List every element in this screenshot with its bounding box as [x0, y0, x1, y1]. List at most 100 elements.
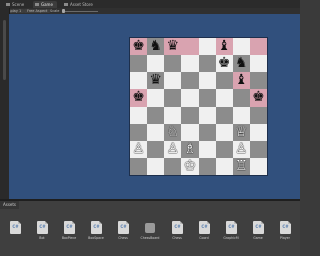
scale-slider-track[interactable] — [62, 11, 98, 12]
white-piece-icon[interactable]: ♔ — [184, 158, 197, 175]
square-h5[interactable]: ♚ — [249, 89, 267, 107]
black-piece-icon[interactable]: ♞ — [235, 55, 248, 72]
square-f3[interactable] — [215, 123, 233, 141]
square-f6[interactable] — [215, 72, 233, 90]
square-b2[interactable] — [147, 140, 165, 158]
asset-item[interactable]: C# Chess — [114, 219, 132, 251]
square-d4[interactable] — [181, 106, 199, 124]
square-h8[interactable] — [249, 38, 267, 56]
left-scrollbar[interactable] — [3, 20, 6, 80]
square-h3[interactable] — [249, 123, 267, 141]
square-g4[interactable] — [232, 106, 250, 124]
square-g1[interactable]: ♖ — [232, 157, 250, 175]
square-h6[interactable] — [249, 72, 267, 90]
square-e2[interactable] — [198, 140, 216, 158]
square-c8[interactable]: ♛ — [164, 38, 182, 56]
square-d8[interactable] — [181, 38, 199, 56]
black-piece-icon[interactable]: ♝ — [218, 38, 231, 55]
white-piece-icon[interactable]: ♘ — [167, 124, 180, 141]
square-e4[interactable] — [198, 106, 216, 124]
asset-item[interactable]: C# — [6, 219, 24, 251]
square-d1[interactable]: ♔ — [181, 157, 199, 175]
square-b5[interactable] — [147, 89, 165, 107]
square-b7[interactable] — [147, 55, 165, 73]
black-piece-icon[interactable]: ♛ — [149, 72, 162, 89]
tab-scene[interactable]: Scene — [4, 1, 28, 8]
square-c3[interactable]: ♘ — [164, 123, 182, 141]
square-h1[interactable] — [249, 157, 267, 175]
tab-game[interactable]: Game — [33, 1, 57, 8]
square-f8[interactable]: ♝ — [215, 38, 233, 56]
white-piece-icon[interactable]: ♙ — [235, 141, 248, 158]
black-piece-icon[interactable]: ♚ — [132, 89, 145, 106]
asset-item[interactable]: C# GraphicM — [222, 219, 240, 251]
square-g3[interactable]: ♕ — [232, 123, 250, 141]
square-c7[interactable] — [164, 55, 182, 73]
square-e5[interactable] — [198, 89, 216, 107]
scale-slider-knob[interactable] — [62, 9, 65, 13]
black-piece-icon[interactable]: ♝ — [235, 72, 248, 89]
square-c2[interactable]: ♙ — [164, 140, 182, 158]
asset-item[interactable]: C# Game — [249, 219, 267, 251]
square-a2[interactable]: ♙ — [130, 140, 148, 158]
square-f4[interactable] — [215, 106, 233, 124]
black-piece-icon[interactable]: ♚ — [132, 38, 145, 55]
tab-asset-store[interactable]: Asset Store — [62, 1, 97, 8]
square-b6[interactable]: ♛ — [147, 72, 165, 90]
square-g8[interactable] — [232, 38, 250, 56]
square-h7[interactable] — [249, 55, 267, 73]
square-f1[interactable] — [215, 157, 233, 175]
square-a5[interactable]: ♚ — [130, 89, 148, 107]
square-e6[interactable] — [198, 72, 216, 90]
square-c1[interactable] — [164, 157, 182, 175]
square-e1[interactable] — [198, 157, 216, 175]
white-piece-icon[interactable]: ♗ — [184, 141, 197, 158]
square-a1[interactable] — [130, 157, 148, 175]
square-f5[interactable] — [215, 89, 233, 107]
white-piece-icon[interactable]: ♙ — [132, 141, 145, 158]
square-d7[interactable] — [181, 55, 199, 73]
square-d6[interactable] — [181, 72, 199, 90]
black-piece-icon[interactable]: ♛ — [167, 38, 180, 55]
chess-board[interactable]: ♚ ♞ ♛ ♝ ♚ ♞ ♛ ♝ ♚ ♚ ♘ ♕ ♙ ♙ ♗ ♙ ♔ ♖ — [130, 38, 267, 175]
square-d3[interactable] — [181, 123, 199, 141]
aspect-dropdown[interactable]: Free Aspect — [24, 9, 51, 13]
square-e8[interactable] — [198, 38, 216, 56]
black-piece-icon[interactable]: ♞ — [149, 38, 162, 55]
asset-item[interactable]: C# Chess — [168, 219, 186, 251]
asset-item[interactable]: ChessBoard — [141, 219, 159, 251]
black-piece-icon[interactable]: ♚ — [252, 89, 265, 106]
square-a3[interactable] — [130, 123, 148, 141]
asset-item[interactable]: C# Player — [276, 219, 294, 251]
square-b1[interactable] — [147, 157, 165, 175]
asset-item[interactable]: C# Bot — [33, 219, 51, 251]
square-b4[interactable] — [147, 106, 165, 124]
square-b8[interactable]: ♞ — [147, 38, 165, 56]
square-e7[interactable] — [198, 55, 216, 73]
square-a4[interactable] — [130, 106, 148, 124]
square-d2[interactable]: ♗ — [181, 140, 199, 158]
square-g5[interactable] — [232, 89, 250, 107]
asset-item[interactable]: C# BoxSpace — [87, 219, 105, 251]
square-f7[interactable]: ♚ — [215, 55, 233, 73]
white-piece-icon[interactable]: ♙ — [167, 141, 180, 158]
square-g7[interactable]: ♞ — [232, 55, 250, 73]
white-piece-icon[interactable]: ♕ — [235, 124, 248, 141]
square-g2[interactable]: ♙ — [232, 140, 250, 158]
black-piece-icon[interactable]: ♚ — [218, 55, 231, 72]
square-a8[interactable]: ♚ — [130, 38, 148, 56]
square-a7[interactable] — [130, 55, 148, 73]
square-d5[interactable] — [181, 89, 199, 107]
square-c6[interactable] — [164, 72, 182, 90]
asset-item[interactable]: C# BoxPiece — [60, 219, 78, 251]
asset-item[interactable]: C# Coord — [195, 219, 213, 251]
square-b3[interactable] — [147, 123, 165, 141]
square-f2[interactable] — [215, 140, 233, 158]
square-h4[interactable] — [249, 106, 267, 124]
white-piece-icon[interactable]: ♖ — [235, 158, 248, 175]
square-c5[interactable] — [164, 89, 182, 107]
square-h2[interactable] — [249, 140, 267, 158]
square-g6[interactable]: ♝ — [232, 72, 250, 90]
square-c4[interactable] — [164, 106, 182, 124]
square-e3[interactable] — [198, 123, 216, 141]
